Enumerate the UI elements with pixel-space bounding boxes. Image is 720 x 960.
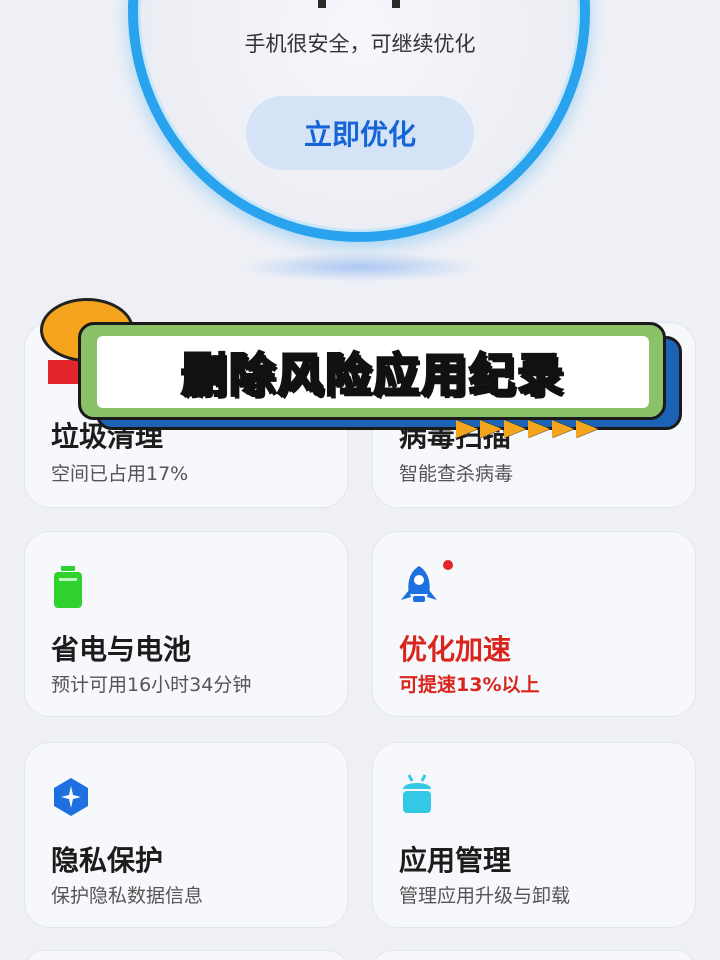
notification-dot	[443, 560, 453, 570]
card-subtitle: 保护隐私数据信息	[51, 885, 204, 907]
ring-glow	[240, 252, 480, 282]
battery-icon	[54, 566, 82, 608]
card-app-management[interactable]: 应用管理 管理应用升级与卸载	[372, 742, 696, 928]
optimize-now-button[interactable]: 立即优化	[246, 96, 474, 170]
rocket-icon	[401, 566, 437, 602]
card-partial-right[interactable]	[372, 950, 696, 960]
arrow-icon	[552, 420, 574, 438]
card-title: 隐私保护	[51, 844, 164, 877]
android-app-icon	[403, 774, 431, 813]
status-message: 手机很安全，可继续优化	[244, 32, 476, 56]
card-subtitle: 管理应用升级与卸载	[399, 885, 571, 907]
card-title: 应用管理	[399, 844, 512, 877]
arrow-icon	[456, 420, 478, 438]
trash-icon	[48, 360, 78, 384]
arrow-decoration	[456, 420, 598, 438]
card-title: 优化加速	[399, 633, 512, 666]
arrow-icon	[576, 420, 598, 438]
card-speed-up[interactable]: 优化加速 可提速13%以上	[372, 531, 696, 717]
card-title: 省电与电池	[51, 633, 192, 666]
phone-manager-screen: 手机很安全，可继续优化 立即优化 垃圾清理 空间已占用17% 病毒扫描 智能查杀…	[0, 0, 720, 960]
card-subtitle: 智能查杀病毒	[399, 463, 514, 485]
banner-inner: 删除风险应用纪录	[97, 336, 649, 408]
arrow-icon	[480, 420, 502, 438]
card-subtitle: 空间已占用17%	[51, 463, 189, 485]
caption-banner: 删除风险应用纪录	[78, 322, 666, 420]
security-status-panel: 手机很安全，可继续优化 立即优化	[0, 0, 720, 300]
privacy-shield-icon	[54, 778, 88, 816]
score-digits-partial	[318, 0, 408, 8]
arrow-icon	[528, 420, 550, 438]
card-partial-left[interactable]	[24, 950, 348, 960]
banner-text: 删除风险应用纪录	[180, 347, 565, 404]
card-subtitle: 可提速13%以上	[399, 674, 540, 696]
card-subtitle: 预计可用16小时34分钟	[51, 674, 252, 696]
card-battery[interactable]: 省电与电池 预计可用16小时34分钟	[24, 531, 348, 717]
arrow-icon	[504, 420, 526, 438]
card-privacy[interactable]: 隐私保护 保护隐私数据信息	[24, 742, 348, 928]
